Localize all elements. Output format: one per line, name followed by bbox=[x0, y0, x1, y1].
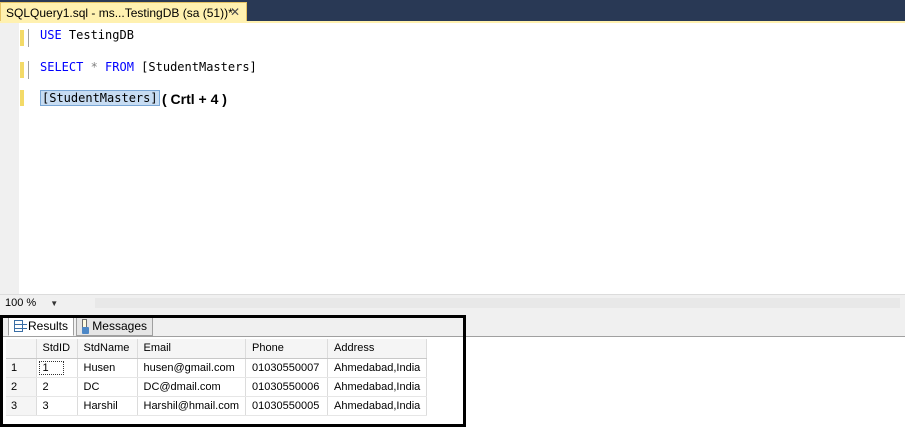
table-cell[interactable]: Harshil bbox=[77, 396, 138, 416]
table-row[interactable]: 2 2 DC DC@dmail.com 01030550006 Ahmedaba… bbox=[6, 377, 428, 397]
code-line-3[interactable]: [StudentMasters] bbox=[40, 90, 160, 106]
outline-line bbox=[28, 61, 29, 79]
row-number[interactable]: 3 bbox=[6, 396, 37, 416]
star-operator: * bbox=[83, 60, 106, 74]
results-tab-strip: Results Messages bbox=[0, 311, 905, 337]
query-editor[interactable]: USE TestingDB SELECT * FROM [StudentMast… bbox=[0, 23, 905, 294]
table-cell[interactable]: 01030550005 bbox=[245, 396, 329, 416]
table-cell[interactable]: Ahmedabad,India bbox=[327, 377, 428, 397]
row-number[interactable]: 1 bbox=[6, 358, 37, 378]
row-number[interactable]: 2 bbox=[6, 377, 37, 397]
tab-messages[interactable]: Messages bbox=[76, 316, 153, 336]
table-cell[interactable]: 1 bbox=[36, 358, 78, 378]
keyword-select: SELECT bbox=[40, 60, 84, 74]
code-line-2[interactable]: SELECT * FROM [StudentMasters] bbox=[40, 60, 257, 74]
document-tab-strip: SQLQuery1.sql - ms...TestingDB (sa (51))… bbox=[0, 0, 905, 22]
table-cell[interactable]: 01030550006 bbox=[245, 377, 329, 397]
editor-gutter bbox=[0, 23, 19, 294]
table-cell[interactable]: Ahmedabad,India bbox=[327, 396, 428, 416]
results-grid[interactable]: StdID StdName Email Phone Address 1 1 Hu… bbox=[6, 339, 428, 416]
change-marker bbox=[20, 62, 24, 78]
zoom-value: 100 % bbox=[5, 297, 37, 309]
column-header-email[interactable]: Email bbox=[137, 339, 247, 359]
table-cell[interactable]: 3 bbox=[36, 396, 78, 416]
table-row[interactable]: 3 3 Harshil Harshil@hmail.com 0103055000… bbox=[6, 396, 428, 416]
tab-results-label: Results bbox=[27, 319, 68, 333]
table-name: [StudentMasters] bbox=[133, 60, 257, 74]
table-cell[interactable]: 01030550007 bbox=[245, 358, 329, 378]
table-cell[interactable]: Ahmedabad,India bbox=[327, 358, 428, 378]
messages-icon bbox=[82, 319, 90, 334]
table-cell[interactable]: 2 bbox=[36, 377, 78, 397]
column-header-stdname[interactable]: StdName bbox=[77, 339, 138, 359]
zoom-bar: 100 % ▼ bbox=[0, 294, 905, 311]
document-tab-title: SQLQuery1.sql - ms...TestingDB (sa (51))… bbox=[6, 5, 233, 20]
corner-cell[interactable] bbox=[6, 339, 37, 359]
cell-value: 1 bbox=[38, 360, 64, 375]
table-cell[interactable]: Harshil@hmail.com bbox=[137, 396, 247, 416]
chevron-down-icon[interactable]: ▼ bbox=[50, 299, 58, 308]
header-row: StdID StdName Email Phone Address bbox=[6, 339, 428, 359]
table-cell[interactable]: DC@dmail.com bbox=[137, 377, 247, 397]
grid-icon bbox=[14, 320, 27, 332]
tab-results[interactable]: Results bbox=[8, 316, 74, 336]
table-cell[interactable]: Husen bbox=[77, 358, 138, 378]
database-name: TestingDB bbox=[61, 28, 134, 42]
table-cell[interactable]: husen@gmail.com bbox=[137, 358, 247, 378]
column-header-stdid[interactable]: StdID bbox=[36, 339, 78, 359]
outline-line bbox=[28, 29, 29, 47]
selected-text[interactable]: [StudentMasters] bbox=[40, 90, 160, 106]
change-marker bbox=[20, 30, 24, 46]
horizontal-scrollbar[interactable] bbox=[95, 298, 900, 308]
keyword-use: USE bbox=[40, 28, 62, 42]
code-line-1[interactable]: USE TestingDB bbox=[40, 28, 134, 42]
tab-messages-label: Messages bbox=[92, 319, 147, 333]
column-header-phone[interactable]: Phone bbox=[245, 339, 329, 359]
table-row[interactable]: 1 1 Husen husen@gmail.com 01030550007 Ah… bbox=[6, 358, 428, 378]
document-tab[interactable]: SQLQuery1.sql - ms...TestingDB (sa (51))… bbox=[0, 2, 247, 22]
close-icon[interactable]: ✕ bbox=[228, 5, 242, 19]
keyword-from: FROM bbox=[105, 60, 134, 74]
table-cell[interactable]: DC bbox=[77, 377, 138, 397]
change-marker bbox=[20, 90, 24, 106]
column-header-address[interactable]: Address bbox=[327, 339, 428, 359]
zoom-dropdown[interactable]: 100 % ▼ bbox=[5, 296, 58, 310]
shortcut-annotation: ( Crtl + 4 ) bbox=[162, 91, 227, 107]
